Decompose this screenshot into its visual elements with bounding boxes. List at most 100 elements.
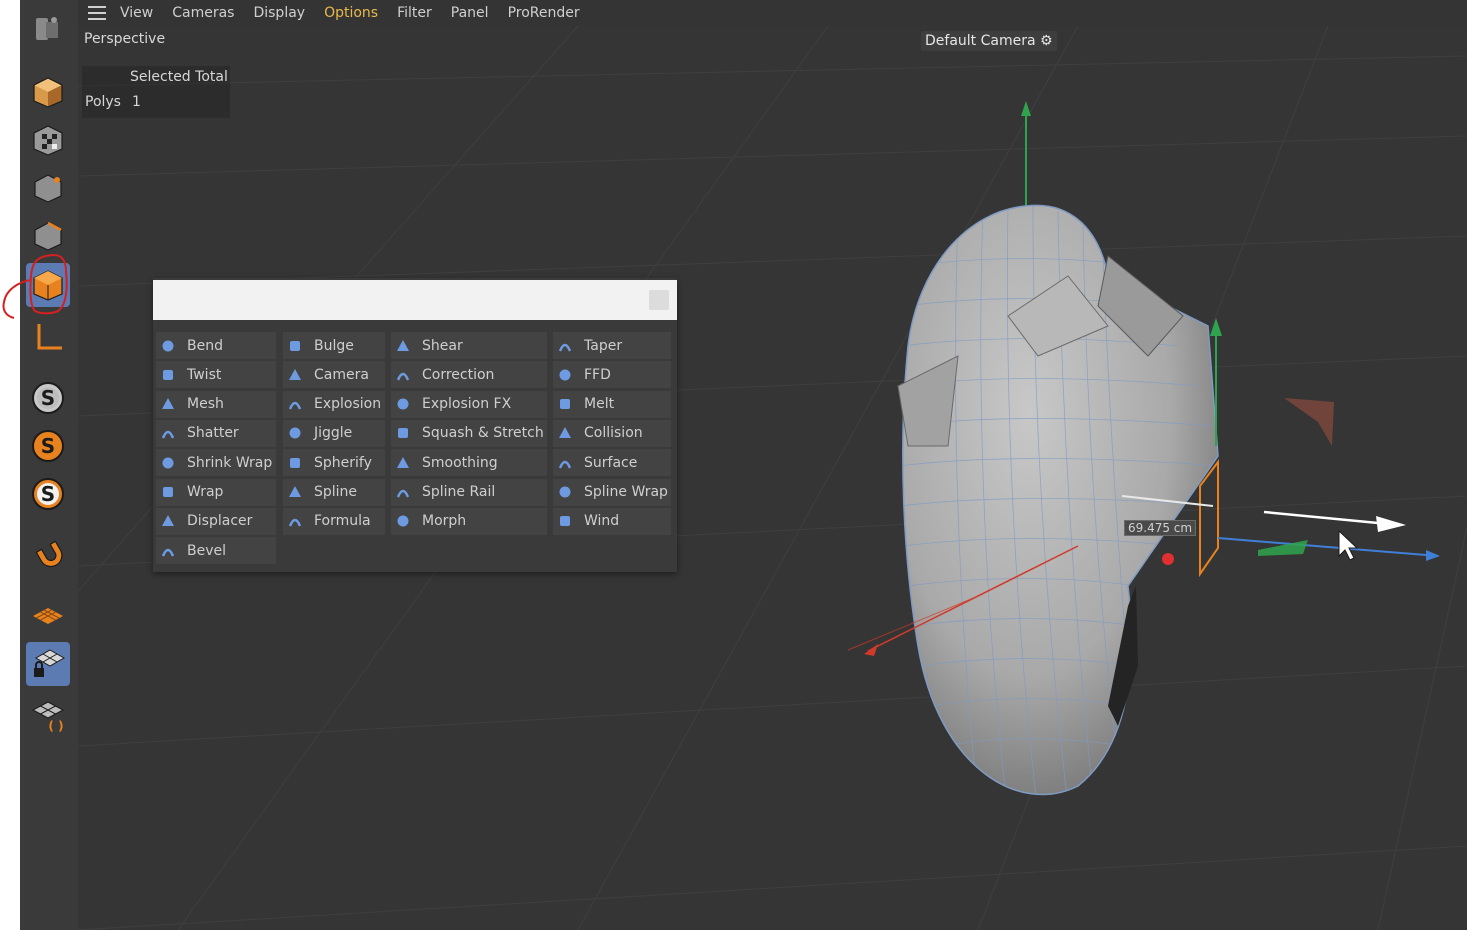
deformer-item-label: Melt xyxy=(584,396,615,413)
deformer-item-spline[interactable]: Spline xyxy=(283,478,385,506)
deformer-item-label: FFD xyxy=(584,366,611,383)
solo-hierarchy-icon[interactable]: S xyxy=(26,472,70,516)
svg-text:S: S xyxy=(41,386,55,410)
deformer-item-bevel[interactable]: Bevel xyxy=(156,537,276,565)
deformer-item-bend[interactable]: Bend xyxy=(156,332,276,359)
planar-workplane-icon[interactable]: ( ) xyxy=(26,692,70,736)
solo-single-icon[interactable]: S xyxy=(26,424,70,468)
deformer-item-spherify[interactable]: Spherify xyxy=(283,449,385,477)
camera-icon xyxy=(288,368,302,382)
clear-search-icon[interactable] xyxy=(649,290,669,310)
ffd-icon xyxy=(558,368,572,382)
deformer-item-label: Squash & Stretch xyxy=(422,425,544,442)
explosion-fx-icon xyxy=(396,397,410,411)
taper-icon xyxy=(558,339,572,353)
deformer-item-label: Displacer xyxy=(187,513,253,530)
points-mode-icon[interactable] xyxy=(26,70,70,114)
explosion-icon xyxy=(288,397,302,411)
svg-text:S: S xyxy=(41,482,55,506)
deformer-item-wrap[interactable]: Wrap xyxy=(156,478,276,506)
polygon-edit-icon[interactable] xyxy=(26,263,70,307)
hud-header: Selected Total xyxy=(130,69,228,85)
deformer-item-label: Morph xyxy=(422,513,467,530)
viewport[interactable]: View Cameras Display Options Filter Pane… xyxy=(78,0,1467,930)
deformer-item-displacer[interactable]: Displacer xyxy=(156,507,276,535)
locked-workplane-icon[interactable] xyxy=(26,642,70,686)
menu-filter[interactable]: Filter xyxy=(397,5,432,21)
hud-overlay: Selected Total Polys 1 xyxy=(82,66,230,118)
camera-gear-icon[interactable]: ⚙ xyxy=(1040,33,1053,49)
deformer-item-label: Smoothing xyxy=(422,454,498,471)
deformer-item-bulge[interactable]: Bulge xyxy=(283,332,385,359)
solo-off-icon[interactable]: S xyxy=(26,376,70,420)
menu-display[interactable]: Display xyxy=(253,5,305,21)
camera-label-text: Default Camera xyxy=(925,33,1036,49)
deformer-item-formula[interactable]: Formula xyxy=(283,507,385,535)
deformer-item-label: Spline xyxy=(314,484,358,500)
deformer-item-shrink-wrap[interactable]: Shrink Wrap xyxy=(156,449,276,477)
deformer-item-camera[interactable]: Camera xyxy=(283,361,385,389)
snap-magnet-icon[interactable] xyxy=(26,534,70,578)
axis-mode-icon[interactable] xyxy=(26,316,70,360)
edge-edit-icon[interactable] xyxy=(26,214,70,258)
melt-icon xyxy=(558,397,572,411)
menu-view[interactable]: View xyxy=(120,5,153,21)
deformer-item-explosion-fx[interactable]: Explosion FX xyxy=(391,390,547,418)
deformer-item-correction[interactable]: Correction xyxy=(391,361,547,389)
spline-wrap-icon xyxy=(558,485,572,499)
deformer-item-label: Taper xyxy=(584,337,623,354)
point-edit-icon[interactable] xyxy=(26,166,70,210)
spherify-icon xyxy=(288,456,302,470)
deformer-item-melt[interactable]: Melt xyxy=(553,390,671,418)
deformer-item-surface[interactable]: Surface xyxy=(553,449,671,477)
deformer-item-spline-rail[interactable]: Spline Rail xyxy=(391,478,547,506)
deformer-item-label: Camera xyxy=(314,366,369,383)
surface-icon xyxy=(558,456,572,470)
deformer-item-spline-wrap[interactable]: Spline Wrap xyxy=(553,478,671,506)
deformer-item-label: Spherify xyxy=(314,454,372,471)
deformer-item-ffd[interactable]: FFD xyxy=(553,361,671,389)
deformer-item-label: Correction xyxy=(422,366,495,383)
deformer-item-morph[interactable]: Morph xyxy=(391,507,547,535)
deformer-item-label: Bulge xyxy=(314,337,354,354)
deformer-item-twist[interactable]: Twist xyxy=(156,361,276,389)
deformer-item-collision[interactable]: Collision xyxy=(553,419,671,447)
morph-icon xyxy=(396,514,410,528)
deformer-item-shatter[interactable]: Shatter xyxy=(156,419,276,447)
popup-search-input[interactable] xyxy=(153,280,677,320)
workplane-icon[interactable] xyxy=(26,594,70,638)
deformer-item-shear[interactable]: Shear xyxy=(391,332,547,359)
deformer-item-wind[interactable]: Wind xyxy=(553,507,671,535)
camera-label[interactable]: Default Camera ⚙ xyxy=(921,31,1057,51)
menu-cameras[interactable]: Cameras xyxy=(172,5,234,21)
menu-prorender[interactable]: ProRender xyxy=(508,5,580,21)
deformer-item-label: Wrap xyxy=(187,484,224,500)
deformer-item-label: Wind xyxy=(584,513,620,530)
deformer-item-taper[interactable]: Taper xyxy=(553,332,671,359)
deformer-item-jiggle[interactable]: Jiggle xyxy=(283,419,385,447)
formula-icon xyxy=(288,514,302,528)
svg-text:( ): ( ) xyxy=(48,719,63,732)
hud-row-label: Polys xyxy=(85,94,121,110)
deformer-item-label: Bend xyxy=(187,337,223,354)
deformer-item-label: Twist xyxy=(187,366,222,383)
deformer-item-label: Explosion xyxy=(314,396,382,413)
deformer-item-explosion[interactable]: Explosion xyxy=(283,390,385,418)
collision-icon xyxy=(558,426,572,440)
hamburger-menu-icon[interactable] xyxy=(88,6,106,20)
deformer-item-squash-stretch[interactable]: Squash & Stretch xyxy=(391,419,547,447)
cinema4d-window: S S S ( ) View Cameras Display Options F… xyxy=(2,0,1467,930)
menu-panel[interactable]: Panel xyxy=(451,5,489,21)
deformer-item-mesh[interactable]: Mesh xyxy=(156,390,276,418)
texture-mode-icon[interactable] xyxy=(26,118,70,162)
spline-rail-icon xyxy=(396,485,410,499)
deformer-item-smoothing[interactable]: Smoothing xyxy=(391,449,547,477)
deformer-item-label: Surface xyxy=(584,454,638,471)
bend-icon xyxy=(161,339,175,353)
logo-icon[interactable] xyxy=(26,6,70,50)
mesh-icon xyxy=(161,397,175,411)
menu-options[interactable]: Options xyxy=(324,5,378,21)
deformer-item-label: Shatter xyxy=(187,425,239,442)
projection-label[interactable]: Perspective xyxy=(84,31,165,47)
jiggle-icon xyxy=(288,426,302,440)
